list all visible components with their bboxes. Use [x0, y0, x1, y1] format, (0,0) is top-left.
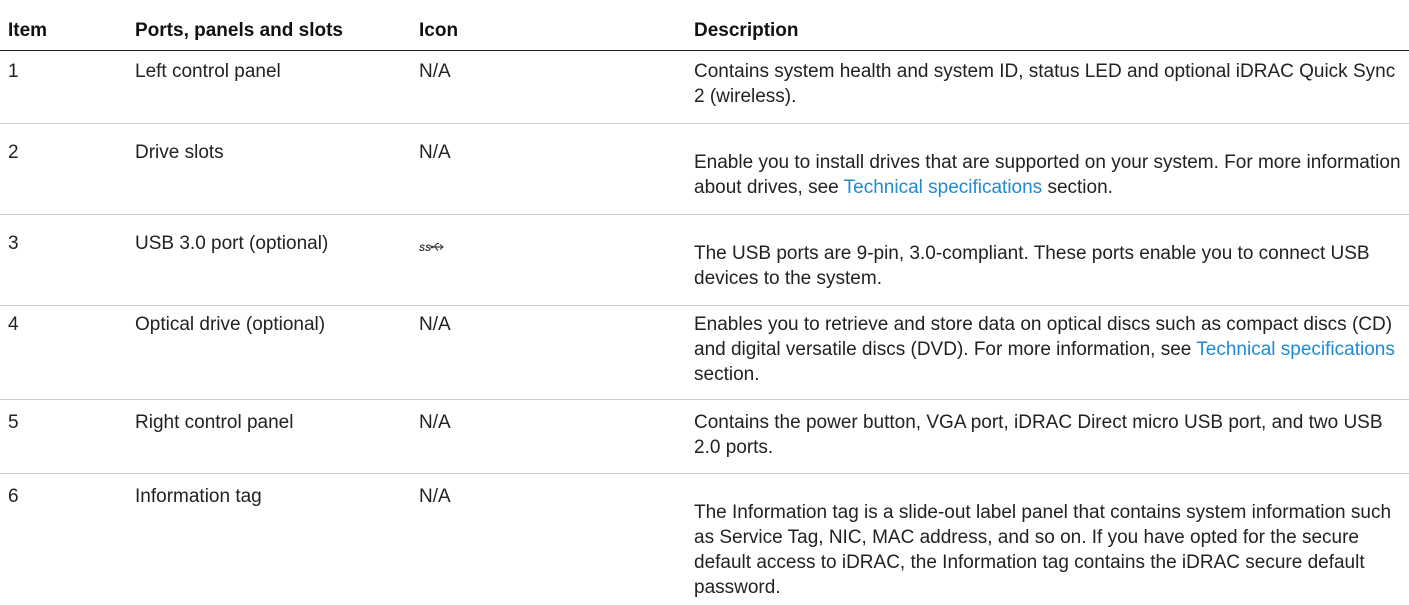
icon-cell: N/A: [419, 399, 694, 474]
description: Contains the power button, VGA port, iDR…: [694, 399, 1409, 474]
item-number: 5: [0, 399, 135, 474]
description-text-end: section.: [694, 364, 760, 385]
header-icon: Icon: [419, 14, 694, 51]
item-number: 1: [0, 50, 135, 124]
port-name: Information tag: [135, 486, 262, 507]
icon-cell: N/A: [419, 305, 694, 400]
icon-cell: N/A: [419, 123, 694, 215]
technical-specifications-link[interactable]: Technical specifications: [844, 177, 1043, 198]
table-row: 2 Drive slots N/A Enable you to install …: [0, 123, 1409, 215]
table-row: 5 Right control panel N/A Contains the p…: [0, 399, 1409, 474]
table-row: 3 USB 3.0 port (optional) SS The USB por…: [0, 214, 1409, 306]
icon-cell: N/A: [419, 50, 694, 124]
icon-cell: N/A: [419, 486, 451, 507]
item-number: 4: [0, 305, 135, 400]
description-text: The Information tag is a slide-out label…: [694, 502, 1392, 598]
item-number: 3: [0, 214, 135, 306]
usb-superspeed-icon: SS: [419, 235, 445, 260]
description-text: The USB ports are 9-pin, 3.0-compliant. …: [694, 243, 1370, 289]
description-text: Contains system health and system ID, st…: [694, 61, 1396, 107]
port-name: USB 3.0 port (optional): [135, 214, 419, 306]
header-description: Description: [694, 14, 1409, 51]
item-number: 6: [8, 486, 19, 507]
icon-cell: SS: [419, 214, 694, 306]
port-name: Right control panel: [135, 399, 419, 474]
port-name: Optical drive (optional): [135, 305, 419, 400]
table-row: 6 Information tag N/A The Information ta…: [0, 474, 1409, 601]
description: The Information tag is a slide-out label…: [694, 474, 1409, 601]
table-header-row: Item Ports, panels and slots Icon Descri…: [0, 14, 1409, 51]
description-text-end: section.: [1042, 177, 1113, 198]
description: Contains system health and system ID, st…: [694, 50, 1409, 124]
description: Enable you to install drives that are su…: [694, 123, 1409, 215]
technical-specifications-link[interactable]: Technical specifications: [1196, 339, 1395, 360]
ports-table: Item Ports, panels and slots Icon Descri…: [0, 14, 1409, 600]
table-row: 1 Left control panel N/A Contains system…: [0, 50, 1409, 124]
description-text: Contains the power button, VGA port, iDR…: [694, 412, 1383, 458]
description: The USB ports are 9-pin, 3.0-compliant. …: [694, 214, 1409, 306]
port-name: Drive slots: [135, 123, 419, 215]
table-row: 4 Optical drive (optional) N/A Enables y…: [0, 305, 1409, 400]
svg-text:SS: SS: [419, 243, 431, 253]
item-number: 2: [0, 123, 135, 215]
port-name: Left control panel: [135, 50, 419, 124]
description: Enables you to retrieve and store data o…: [694, 305, 1409, 400]
header-ports: Ports, panels and slots: [135, 14, 419, 51]
header-item: Item: [0, 14, 135, 51]
